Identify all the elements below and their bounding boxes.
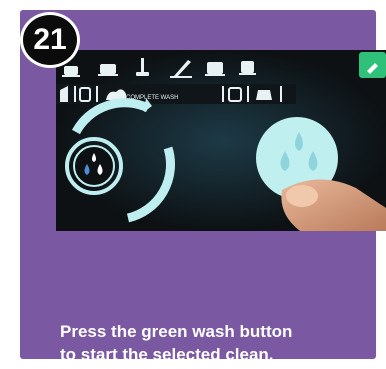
- instruction-caption: Press the green wash button to start the…: [60, 320, 386, 366]
- caption-line-2: to start the selected clean.: [60, 345, 274, 364]
- milk-jug-icon[interactable]: [256, 90, 272, 100]
- coffee-icon[interactable]: [98, 64, 118, 76]
- instruction-card: 21 COMPLETE WASH Press the green wash bu…: [20, 10, 386, 364]
- caption-line-1: Press the green wash button: [60, 322, 293, 341]
- wrench-button[interactable]: [359, 52, 386, 78]
- espresso-icon[interactable]: [62, 66, 80, 77]
- mode-bar: COMPLETE WASH: [56, 84, 296, 104]
- display-screen: COMPLETE WASH: [56, 50, 386, 231]
- step-number-badge: 21: [20, 12, 80, 68]
- machine-display-photo: COMPLETE WASH: [56, 50, 386, 231]
